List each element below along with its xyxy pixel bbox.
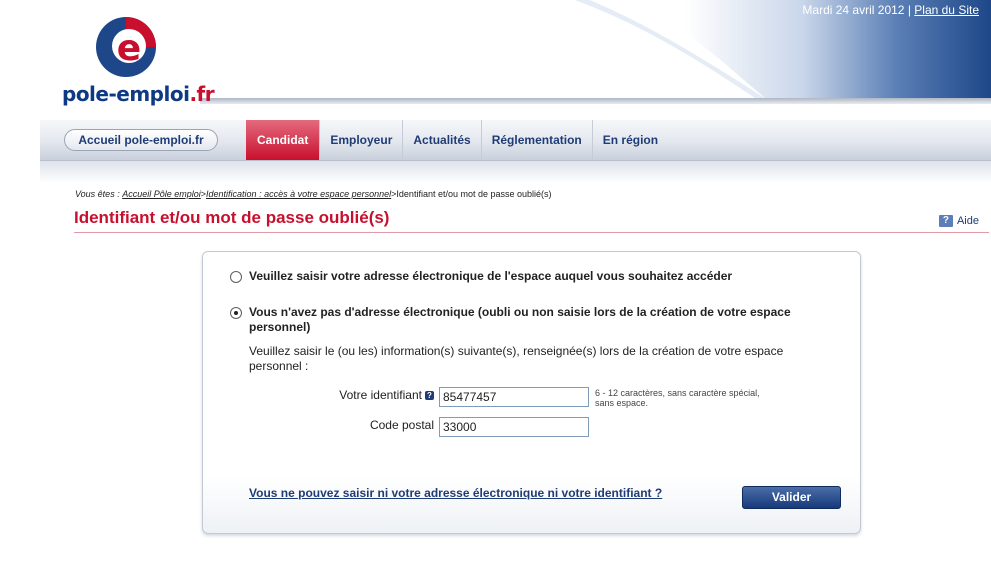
cannot-enter-info-link[interactable]: Vous ne pouvez saisir ni votre adresse é… [249, 486, 662, 500]
title-divider [74, 232, 989, 233]
logo-wordmark-main: pole-emploi [62, 82, 190, 106]
validate-button[interactable]: Valider [742, 486, 841, 509]
tab-employeur[interactable]: Employeur [320, 120, 404, 160]
tab-reglementation[interactable]: Réglementation [482, 120, 593, 160]
recovery-form-panel: Veuillez saisir votre adresse électroniq… [202, 251, 861, 534]
breadcrumb-prefix: Vous êtes : [75, 189, 120, 199]
option-email-label[interactable]: Veuillez saisir votre adresse électroniq… [249, 269, 829, 284]
home-link-button[interactable]: Accueil pole-emploi.fr [64, 129, 218, 151]
breadcrumb: Vous êtes : Accueil Pôle emploi>Identifi… [75, 189, 552, 199]
header: Mardi 24 avril 2012 | Plan du Site e pol… [0, 0, 991, 118]
identifier-label: Votre identifiant? [254, 388, 434, 402]
help-icon: ? [938, 215, 953, 227]
main-navigation: Accueil pole-emploi.fr Candidat Employeu… [40, 120, 991, 161]
topinfo-separator: | [907, 3, 911, 17]
nav-tabs: Candidat Employeur Actualités Réglementa… [246, 120, 668, 160]
breadcrumb-home-link[interactable]: Accueil Pôle emploi [122, 189, 201, 199]
breadcrumb-identification-link[interactable]: Identification : accès à votre espace pe… [206, 189, 391, 199]
postal-code-input[interactable] [439, 417, 589, 437]
tab-candidat[interactable]: Candidat [246, 120, 321, 160]
breadcrumb-current: Identifiant et/ou mot de passe oublié(s) [396, 189, 552, 199]
identifier-hint: 6 - 12 caractères, sans caractère spécia… [595, 388, 760, 408]
header-top-info: Mardi 24 avril 2012 | Plan du Site [802, 3, 979, 17]
tab-en-region[interactable]: En région [593, 120, 668, 160]
page-title: Identifiant et/ou mot de passe oublié(s) [74, 208, 390, 227]
sitemap-link[interactable]: Plan du Site [914, 3, 979, 17]
logo-wordmark: pole-emploi.fr [62, 82, 215, 106]
identifier-input[interactable] [439, 387, 589, 407]
logo-letter: e [117, 28, 141, 69]
postal-code-label: Code postal [369, 418, 434, 432]
help-label: Aide [956, 215, 979, 227]
help-link[interactable]: ? Aide [938, 215, 979, 227]
option-no-email-radio[interactable] [230, 307, 242, 319]
tab-actualites[interactable]: Actualités [403, 120, 482, 160]
instructions-text: Veuillez saisir le (ou les) information(… [249, 344, 784, 373]
pole-emploi-logo[interactable]: e pole-emploi.fr [62, 16, 215, 108]
logo-wordmark-tld: .fr [189, 82, 215, 106]
option-email-radio[interactable] [230, 271, 242, 283]
identifier-label-text: Votre identifiant [339, 388, 422, 402]
current-date: Mardi 24 avril 2012 [802, 3, 905, 17]
logo-emblem: e [96, 17, 156, 77]
nav-shadow [40, 161, 991, 183]
option-no-email-label[interactable]: Vous n'avez pas d'adresse électronique (… [249, 305, 819, 335]
info-icon[interactable]: ? [425, 391, 434, 400]
